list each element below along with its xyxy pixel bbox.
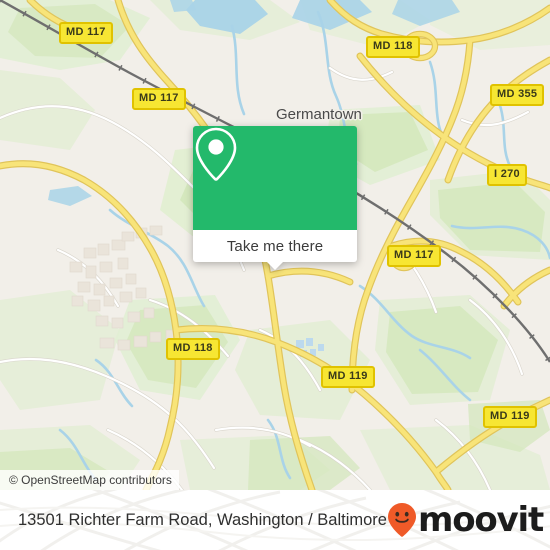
address-label: 13501 Richter Farm Road, Washington / Ba… bbox=[18, 510, 387, 529]
osm-attribution[interactable]: © OpenStreetMap contributors bbox=[0, 470, 179, 490]
road-shield-md118-s[interactable]: MD 118 bbox=[166, 338, 220, 360]
footer-row: 13501 Richter Farm Road, Washington / Ba… bbox=[0, 490, 550, 550]
take-me-there-button[interactable]: Take me there bbox=[227, 239, 323, 254]
popup-header bbox=[193, 126, 357, 230]
moovit-smiley-pin-icon bbox=[387, 503, 416, 537]
road-shield-md117-e[interactable]: MD 117 bbox=[387, 245, 441, 267]
map-pin-icon bbox=[195, 127, 237, 181]
road-shield-md117-w[interactable]: MD 117 bbox=[132, 88, 186, 110]
moovit-wordmark: moovit bbox=[417, 500, 544, 540]
moovit-map-screenshot: Germantown MD 117 MD 117 MD 118 MD 355 I… bbox=[0, 0, 550, 550]
road-shield-md119-s[interactable]: MD 119 bbox=[321, 366, 375, 388]
popup-pointer-tail bbox=[266, 261, 284, 270]
map-label-germantown: Germantown bbox=[276, 106, 362, 123]
location-popup-card[interactable]: Take me there bbox=[193, 126, 357, 270]
road-shield-md355[interactable]: MD 355 bbox=[490, 84, 545, 106]
road-shield-md117-nw[interactable]: MD 117 bbox=[59, 22, 113, 44]
road-shield-md118-n[interactable]: MD 118 bbox=[366, 36, 420, 58]
road-shield-i270[interactable]: I 270 bbox=[487, 164, 527, 186]
map-canvas[interactable]: Germantown MD 117 MD 117 MD 118 MD 355 I… bbox=[0, 0, 550, 490]
footer-bar: 13501 Richter Farm Road, Washington / Ba… bbox=[0, 490, 550, 550]
road-shield-md119-se[interactable]: MD 119 bbox=[483, 406, 537, 428]
popup-footer[interactable]: Take me there bbox=[193, 230, 357, 270]
moovit-logo[interactable]: moovit bbox=[387, 500, 544, 540]
